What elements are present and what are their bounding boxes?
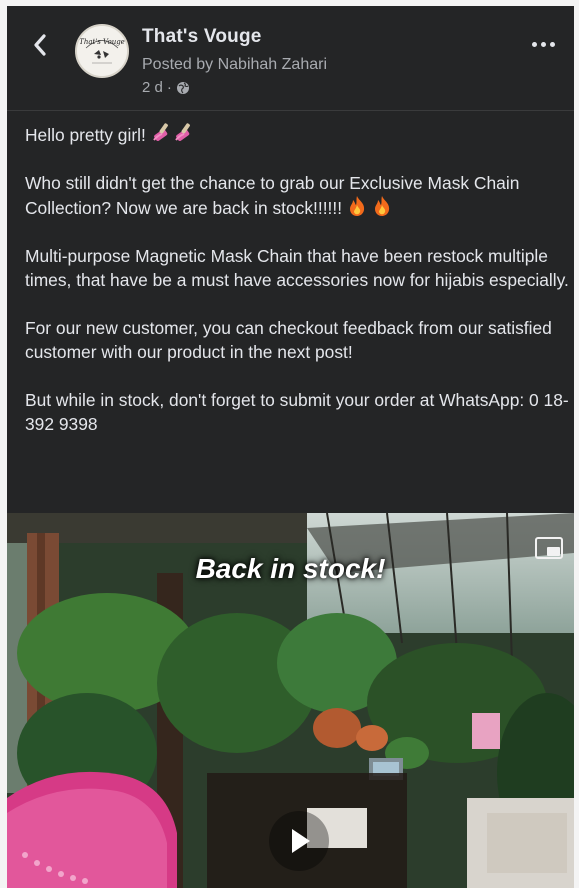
post-meta: 2 d · bbox=[142, 79, 190, 96]
page-logo: That's Vouge bbox=[77, 26, 127, 76]
more-horizontal-icon bbox=[540, 41, 546, 47]
back-button[interactable] bbox=[27, 32, 53, 58]
post-screen: That's Vouge That's Vouge Posted by Nabi… bbox=[7, 6, 574, 888]
post-time[interactable]: 2 d bbox=[142, 79, 163, 96]
globe-icon bbox=[176, 81, 189, 94]
post-paragraph: Multi-purpose Magnetic Mask Chain that h… bbox=[25, 246, 569, 290]
post-paragraph: But while in stock, don't forget to subm… bbox=[25, 390, 569, 434]
post-paragraph: Hello pretty girl! bbox=[25, 120, 570, 147]
video-caption: Back in stock! bbox=[195, 553, 386, 584]
more-horizontal-icon bbox=[531, 41, 537, 47]
post-paragraph: Who still didn't get the chance to grab … bbox=[25, 171, 570, 220]
post-header: That's Vouge That's Vouge Posted by Nabi… bbox=[7, 6, 574, 110]
play-button[interactable] bbox=[269, 811, 329, 871]
svg-text:That's Vouge: That's Vouge bbox=[79, 38, 125, 46]
page-avatar[interactable]: That's Vouge bbox=[75, 24, 129, 78]
picture-in-picture-icon bbox=[535, 537, 563, 559]
header-divider bbox=[7, 110, 574, 111]
nail-polish-icon bbox=[152, 123, 190, 141]
posted-by-label[interactable]: Posted by Nabihah Zahari bbox=[142, 56, 327, 74]
post-text: Hello pretty girl! Who still didn't get … bbox=[25, 120, 570, 436]
more-options-button[interactable] bbox=[528, 34, 558, 54]
fire-icon bbox=[349, 196, 364, 216]
more-horizontal-icon bbox=[549, 41, 555, 47]
meta-separator: · bbox=[166, 79, 172, 96]
post-paragraph: For our new customer, you can checkout f… bbox=[25, 318, 552, 362]
post-paragraph-text: Who still didn't get the chance to grab … bbox=[25, 173, 520, 218]
post-paragraph-text: Hello pretty girl! bbox=[25, 125, 151, 145]
post-video[interactable]: Back in stock! bbox=[7, 513, 574, 888]
play-icon bbox=[292, 829, 310, 853]
chevron-left-icon bbox=[34, 34, 46, 56]
picture-in-picture-button[interactable] bbox=[534, 535, 564, 561]
fire-icon bbox=[374, 196, 389, 216]
page-name[interactable]: That's Vouge bbox=[142, 26, 262, 48]
